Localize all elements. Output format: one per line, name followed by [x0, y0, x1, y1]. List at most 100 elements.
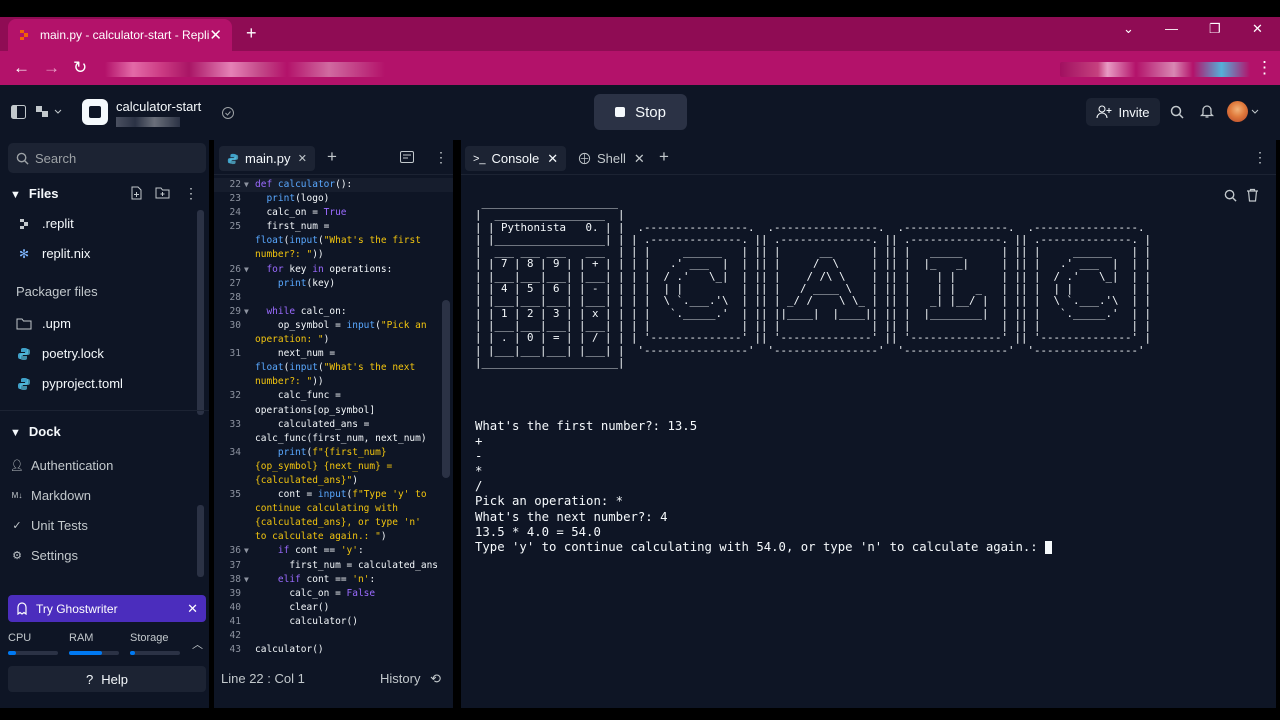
user-avatar[interactable]	[1227, 101, 1248, 122]
blurred-extensions[interactable]	[1060, 62, 1250, 77]
new-tab-button[interactable]: +	[246, 23, 257, 44]
forward-button[interactable]: →	[43, 58, 60, 78]
search-icon[interactable]	[1170, 105, 1184, 119]
ghostwriter-banner[interactable]: Try Ghostwriter ✕	[8, 595, 206, 622]
close-icon[interactable]: ✕	[298, 152, 307, 165]
new-editor-tab-button[interactable]: +	[327, 147, 337, 167]
code-line[interactable]: 36 ▼ if cont == 'y':	[214, 544, 453, 558]
back-button[interactable]: ←	[13, 58, 30, 78]
code-line[interactable]: 31 next_num =	[214, 347, 453, 361]
close-icon[interactable]: ✕	[187, 601, 198, 617]
blurred-url[interactable]	[105, 62, 385, 77]
code-line[interactable]: {op_symbol} {next_num} =	[214, 460, 453, 474]
stop-button[interactable]: Stop	[594, 94, 687, 130]
code-line[interactable]: 38 ▼ elif cont == 'n':	[214, 573, 453, 587]
code-line[interactable]: operations[op_symbol]	[214, 404, 453, 418]
code-line[interactable]: 24 calc_on = True	[214, 206, 453, 220]
code-line[interactable]: 41 calculator()	[214, 615, 453, 629]
code-line[interactable]: 23 print(logo)	[214, 192, 453, 206]
project-name[interactable]: calculator-start	[116, 99, 201, 114]
tab-console[interactable]: >_ Console ✕	[465, 146, 567, 171]
minimize-button[interactable]: —	[1165, 21, 1178, 36]
code-line[interactable]: 43 calculator()	[214, 643, 453, 657]
fold-chevron-icon[interactable]: ▼	[244, 263, 249, 277]
help-button[interactable]: ? Help	[8, 666, 206, 692]
code-line[interactable]: 34 print(f"{first_num}	[214, 446, 453, 460]
code-line[interactable]: 32 calc_func =	[214, 389, 453, 403]
code-line[interactable]: 29 ▼ while calc_on:	[214, 305, 453, 319]
clear-console-trash-icon[interactable]	[1246, 188, 1259, 202]
tab-main-py[interactable]: main.py ✕	[219, 146, 315, 171]
code-line[interactable]: 25 first_num =	[214, 220, 453, 234]
browser-tab[interactable]: main.py - calculator-start - Replit ✕	[8, 19, 232, 51]
dock-item-authentication[interactable]: 👤︎ Authentication	[10, 458, 113, 473]
sidebar-toggle-icon[interactable]	[11, 105, 26, 119]
dock-section-header[interactable]: ▼ Dock	[10, 424, 61, 439]
code-line[interactable]: 39 calc_on = False	[214, 587, 453, 601]
resources-chevron-up-icon[interactable]: ︿	[192, 636, 203, 652]
code-area[interactable]: 22 ▼ def calculator(): 23 print(logo) 24 cal…	[214, 178, 453, 657]
code-line[interactable]: 40 clear()	[214, 601, 453, 615]
bell-icon[interactable]	[1200, 104, 1214, 119]
avatar-dropdown-chevron-icon[interactable]	[1251, 109, 1259, 115]
tab-close-icon[interactable]: ✕	[209, 26, 222, 44]
file-item-pyproject[interactable]: pyproject.toml	[16, 376, 123, 391]
close-icon[interactable]: ✕	[634, 151, 645, 167]
input-cursor[interactable]	[1045, 540, 1053, 554]
code-line[interactable]: operation: ")	[214, 333, 453, 347]
dock-scrollbar[interactable]	[197, 505, 204, 577]
tab-search-dropdown-icon[interactable]: ⌄	[1123, 21, 1134, 37]
editor-more-icon[interactable]: ⋮	[434, 149, 448, 166]
project-info-icon[interactable]	[221, 106, 235, 120]
console-output[interactable]: What's the first number?: 13.5 + - * / Pick a…	[475, 419, 1053, 555]
restore-button[interactable]: ❐	[1209, 21, 1221, 37]
reload-button[interactable]: ↻	[73, 58, 87, 78]
code-line[interactable]: 37 first_num = calculated_ans	[214, 559, 453, 573]
files-scrollbar[interactable]	[197, 210, 204, 415]
console-search-icon[interactable]	[1224, 189, 1237, 202]
project-avatar-icon[interactable]	[82, 99, 108, 125]
editor-scrollbar[interactable]	[442, 300, 450, 478]
new-folder-icon[interactable]	[155, 187, 170, 199]
code-line[interactable]: float(input("What's the next	[214, 361, 453, 375]
code-line[interactable]: number?: "))	[214, 248, 453, 262]
fold-chevron-icon[interactable]: ▼	[244, 178, 249, 192]
fold-chevron-icon[interactable]: ▼	[244, 305, 249, 319]
invite-button[interactable]: Invite	[1086, 98, 1160, 126]
fold-chevron-icon[interactable]: ▼	[244, 573, 249, 587]
editor-layout-icon[interactable]	[400, 151, 414, 163]
code-line[interactable]: number?: "))	[214, 375, 453, 389]
close-icon[interactable]: ✕	[547, 151, 558, 167]
code-line[interactable]: {calculated_ans}")	[214, 474, 453, 488]
dock-item-unit-tests[interactable]: ✓ Unit Tests	[10, 518, 87, 533]
code-line[interactable]: float(input("What's the first	[214, 234, 453, 248]
file-item-replit-nix[interactable]: ✻ replit.nix	[16, 246, 90, 261]
code-line[interactable]: 30 op_symbol = input("Pick an	[214, 319, 453, 333]
code-line[interactable]: {calculated_ans}, or type 'n'	[214, 516, 453, 530]
files-more-icon[interactable]: ⋮	[184, 185, 198, 202]
code-line[interactable]: 42	[214, 629, 453, 643]
dock-item-markdown[interactable]: M↓ Markdown	[10, 488, 91, 503]
layout-switch-icon[interactable]	[36, 105, 62, 119]
history-button[interactable]: History ⟲	[380, 671, 441, 687]
file-item-poetry-lock[interactable]: poetry.lock	[16, 346, 104, 361]
code-line[interactable]: 35 cont = input(f"Type 'y' to	[214, 488, 453, 502]
pane-resize-handle[interactable]	[453, 140, 461, 708]
code-line[interactable]: calc_func(first_num, next_num)	[214, 432, 453, 446]
code-line[interactable]: 28	[214, 291, 453, 305]
browser-menu-icon[interactable]: ⋮	[1256, 58, 1273, 78]
file-item-upm[interactable]: .upm	[16, 316, 71, 331]
new-file-icon[interactable]	[130, 186, 143, 200]
search-input[interactable]: Search	[8, 143, 206, 173]
tab-shell[interactable]: Shell ✕	[570, 146, 653, 171]
code-line[interactable]: 22 ▼ def calculator():	[214, 178, 453, 193]
close-window-button[interactable]: ✕	[1252, 21, 1263, 37]
dock-item-settings[interactable]: ⚙ Settings	[10, 548, 78, 563]
code-line[interactable]: continue calculating with	[214, 502, 453, 516]
files-section-header[interactable]: ▼ Files	[10, 186, 59, 201]
console-more-icon[interactable]: ⋮	[1253, 149, 1267, 166]
file-item-replit[interactable]: .replit	[16, 216, 74, 231]
code-line[interactable]: 33 calculated_ans =	[214, 418, 453, 432]
fold-chevron-icon[interactable]: ▼	[244, 544, 249, 558]
new-console-tab-button[interactable]: +	[659, 147, 669, 167]
